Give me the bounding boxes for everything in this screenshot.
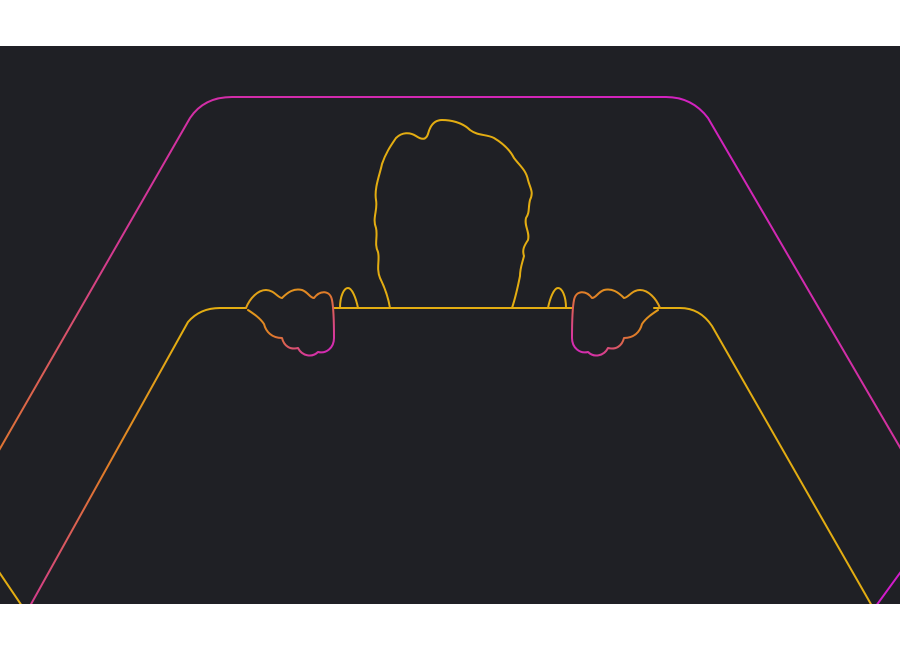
page	[0, 0, 900, 650]
outer-wall-corner-left	[0, 571, 22, 604]
peeking-figure-illustration	[0, 96, 900, 604]
head-silhouette	[373, 119, 533, 309]
left-hand-outline	[245, 288, 335, 357]
right-hand-outline	[571, 288, 661, 357]
ledge-outline-right	[653, 307, 873, 604]
outer-wall-corner-right	[876, 571, 900, 604]
left-thumb-outline	[339, 287, 359, 309]
ledge-outline	[29, 307, 247, 604]
illustration-canvas	[0, 46, 900, 604]
outer-wall-outline	[0, 96, 900, 451]
right-thumb-outline	[547, 287, 567, 309]
